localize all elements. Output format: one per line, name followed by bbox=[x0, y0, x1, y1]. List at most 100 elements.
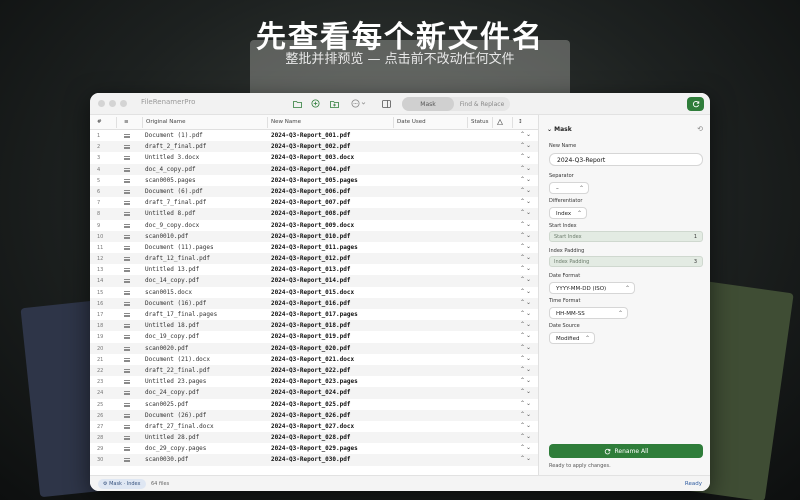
drag-handle-icon[interactable] bbox=[124, 402, 130, 407]
table-row[interactable]: 17 draft_17_final.pages 2024-Q3-Report_017… bbox=[90, 309, 538, 320]
column-header-original-name[interactable]: Original Name bbox=[146, 119, 186, 125]
table-row[interactable]: 10 scan0010.pdf 2024-Q3-Report_010.pdf ⌃⌄ bbox=[90, 230, 538, 242]
table-row[interactable]: 14 doc_14_copy.pdf 2024-Q3-Report_014.pdf ⌃… bbox=[90, 275, 538, 287]
drag-handle-icon[interactable] bbox=[124, 212, 130, 217]
chevron-down-icon[interactable]: ⌄ bbox=[526, 254, 532, 261]
chevron-down-icon[interactable]: ⌄ bbox=[526, 366, 532, 373]
drag-handle-icon[interactable] bbox=[124, 156, 130, 161]
chevron-down-icon[interactable]: ⌄ bbox=[526, 355, 532, 362]
chevron-down-icon[interactable]: ⌄ bbox=[526, 131, 532, 138]
table-row[interactable]: 12 draft_12_final.pdf 2024-Q3-Report_012.p… bbox=[90, 253, 538, 265]
chevron-down-icon[interactable]: ⌄ bbox=[526, 377, 532, 384]
drag-handle-icon[interactable] bbox=[124, 436, 130, 441]
drag-handle-icon[interactable] bbox=[124, 268, 130, 273]
toggle-sidebar-button[interactable] bbox=[380, 97, 393, 110]
move-arrows[interactable]: ⌃⌄ bbox=[520, 433, 532, 440]
table-row[interactable]: 11 Document (11).pages 2024-Q3-Report_011.… bbox=[90, 242, 538, 253]
chevron-down-icon[interactable]: ⌄ bbox=[526, 422, 532, 429]
table-row[interactable]: 22 draft_22_final.pdf 2024-Q3-Report_022.p… bbox=[90, 364, 538, 377]
move-arrows[interactable]: ⌃⌄ bbox=[520, 321, 532, 328]
move-arrows[interactable]: ⌃⌄ bbox=[520, 332, 532, 339]
column-header-status[interactable]: Status bbox=[471, 119, 489, 125]
drag-handle-icon[interactable] bbox=[124, 279, 130, 284]
chevron-down-icon[interactable]: ⌄ bbox=[526, 332, 532, 339]
move-arrows[interactable]: ⌃⌄ bbox=[520, 209, 532, 216]
time-format-select[interactable]: HH-MM-SS ⌃ bbox=[549, 307, 628, 319]
move-arrows[interactable]: ⌃⌄ bbox=[520, 388, 532, 395]
chevron-down-icon[interactable]: ⌄ bbox=[526, 288, 532, 295]
find-replace-mode-tab[interactable]: Find & Replace bbox=[454, 97, 510, 111]
column-header-index[interactable]: # bbox=[97, 119, 102, 125]
index-padding-field[interactable]: Index Padding 3 bbox=[549, 256, 703, 267]
move-arrows[interactable]: ⌃⌄ bbox=[520, 310, 532, 317]
refresh-button[interactable] bbox=[687, 97, 704, 111]
panel-heading[interactable]: ⌄ Mask bbox=[547, 126, 572, 133]
chevron-down-icon[interactable]: ⌄ bbox=[526, 433, 532, 440]
table-row[interactable]: 1 Document (1).pdf 2024-Q3-Report_001.pdf ⌃… bbox=[90, 130, 538, 141]
column-header-warning[interactable] bbox=[497, 118, 503, 127]
table-row[interactable]: 13 Untitled 13.pdf 2024-Q3-Report_013.pdf ⌃… bbox=[90, 264, 538, 275]
table-row[interactable]: 3 Untitled 3.docx 2024-Q3-Report_003.docx ⌃… bbox=[90, 152, 538, 163]
move-arrows[interactable]: ⌃⌄ bbox=[520, 243, 532, 250]
drag-handle-icon[interactable] bbox=[124, 178, 130, 183]
move-arrows[interactable]: ⌃⌄ bbox=[520, 455, 532, 462]
table-row[interactable]: 19 doc_19_copy.pdf 2024-Q3-Report_019.pdf ⌃… bbox=[90, 331, 538, 342]
chevron-down-icon[interactable]: ⌄ bbox=[526, 276, 532, 283]
move-arrows[interactable]: ⌃⌄ bbox=[520, 131, 532, 138]
drag-handle-icon[interactable] bbox=[124, 357, 130, 362]
drag-handle-icon[interactable] bbox=[124, 324, 130, 329]
move-arrows[interactable]: ⌃⌄ bbox=[520, 276, 532, 283]
chevron-down-icon[interactable]: ⌄ bbox=[526, 243, 532, 250]
chevron-down-icon[interactable]: ⌄ bbox=[526, 388, 532, 395]
chevron-down-icon[interactable]: ⌄ bbox=[526, 142, 532, 149]
table-row[interactable]: 16 Document (16).pdf 2024-Q3-Report_016.pd… bbox=[90, 297, 538, 309]
table-row[interactable]: 24 doc_24_copy.pdf 2024-Q3-Report_024.pdf ⌃… bbox=[90, 387, 538, 399]
move-arrows[interactable]: ⌃⌄ bbox=[520, 232, 532, 239]
drag-handle-icon[interactable] bbox=[124, 391, 130, 396]
column-header-new-name[interactable]: New Name bbox=[271, 119, 301, 125]
add-folder-button[interactable] bbox=[328, 97, 341, 110]
drag-handle-icon[interactable] bbox=[124, 458, 130, 463]
drag-handle-icon[interactable] bbox=[124, 413, 130, 418]
chevron-down-icon[interactable]: ⌄ bbox=[526, 221, 532, 228]
chevron-down-icon[interactable]: ⌄ bbox=[526, 176, 532, 183]
reset-icon[interactable]: ⟲ bbox=[697, 125, 703, 133]
table-row[interactable]: 9 doc_9_copy.docx 2024-Q3-Report_009.docx ⌃… bbox=[90, 220, 538, 231]
table-row[interactable]: 18 Untitled 18.pdf 2024-Q3-Report_018.pdf ⌃… bbox=[90, 320, 538, 332]
move-arrows[interactable]: ⌃⌄ bbox=[520, 444, 532, 451]
move-arrows[interactable]: ⌃⌄ bbox=[520, 422, 532, 429]
chevron-down-icon[interactable]: ⌄ bbox=[526, 411, 532, 418]
drag-handle-icon[interactable] bbox=[124, 223, 130, 228]
table-row[interactable]: 28 Untitled 28.pdf 2024-Q3-Report_028.pdf ⌃… bbox=[90, 432, 538, 444]
move-arrows[interactable]: ⌃⌄ bbox=[520, 288, 532, 295]
drag-handle-icon[interactable] bbox=[124, 234, 130, 239]
drag-handle-icon[interactable] bbox=[124, 380, 130, 385]
drag-handle-icon[interactable] bbox=[124, 346, 130, 351]
drag-handle-icon[interactable] bbox=[124, 134, 130, 138]
start-index-field[interactable]: Start Index 1 bbox=[549, 231, 703, 242]
move-arrows[interactable]: ⌃⌄ bbox=[520, 377, 532, 384]
chevron-down-icon[interactable]: ⌄ bbox=[526, 209, 532, 216]
mode-badge[interactable]: ⚙ Mask · Index bbox=[98, 479, 146, 489]
move-arrows[interactable]: ⌃⌄ bbox=[520, 366, 532, 373]
close-window-button[interactable] bbox=[98, 100, 105, 107]
column-header-sort[interactable]: ↕ bbox=[518, 119, 523, 125]
table-row[interactable]: 7 draft_7_final.pdf 2024-Q3-Report_007.pdf… bbox=[90, 197, 538, 208]
drag-handle-icon[interactable] bbox=[124, 313, 130, 317]
drag-handle-icon[interactable] bbox=[124, 424, 130, 429]
mask-mode-tab[interactable]: Mask bbox=[402, 97, 454, 111]
drag-handle-icon[interactable] bbox=[124, 245, 130, 250]
drag-handle-icon[interactable] bbox=[124, 447, 130, 452]
move-arrows[interactable]: ⌃⌄ bbox=[520, 198, 532, 205]
table-row[interactable]: 23 Untitled 23.pages 2024-Q3-Report_023.pa… bbox=[90, 376, 538, 387]
chevron-down-icon[interactable]: ⌄ bbox=[526, 232, 532, 239]
open-folder-button[interactable] bbox=[291, 97, 304, 110]
chevron-down-icon[interactable]: ⌄ bbox=[526, 455, 532, 462]
date-format-select[interactable]: YYYY-MM-DD (ISO) ⌃ bbox=[549, 282, 635, 294]
drag-handle-icon[interactable] bbox=[124, 167, 130, 172]
chevron-down-icon[interactable]: ⌄ bbox=[526, 265, 532, 272]
column-header-date-used[interactable]: Date Used bbox=[397, 119, 426, 125]
table-row[interactable]: 15 scan0015.docx 2024-Q3-Report_015.docx ⌃⌄ bbox=[90, 287, 538, 298]
drag-handle-icon[interactable] bbox=[124, 201, 130, 206]
date-source-select[interactable]: Modified ⌃ bbox=[549, 332, 595, 344]
